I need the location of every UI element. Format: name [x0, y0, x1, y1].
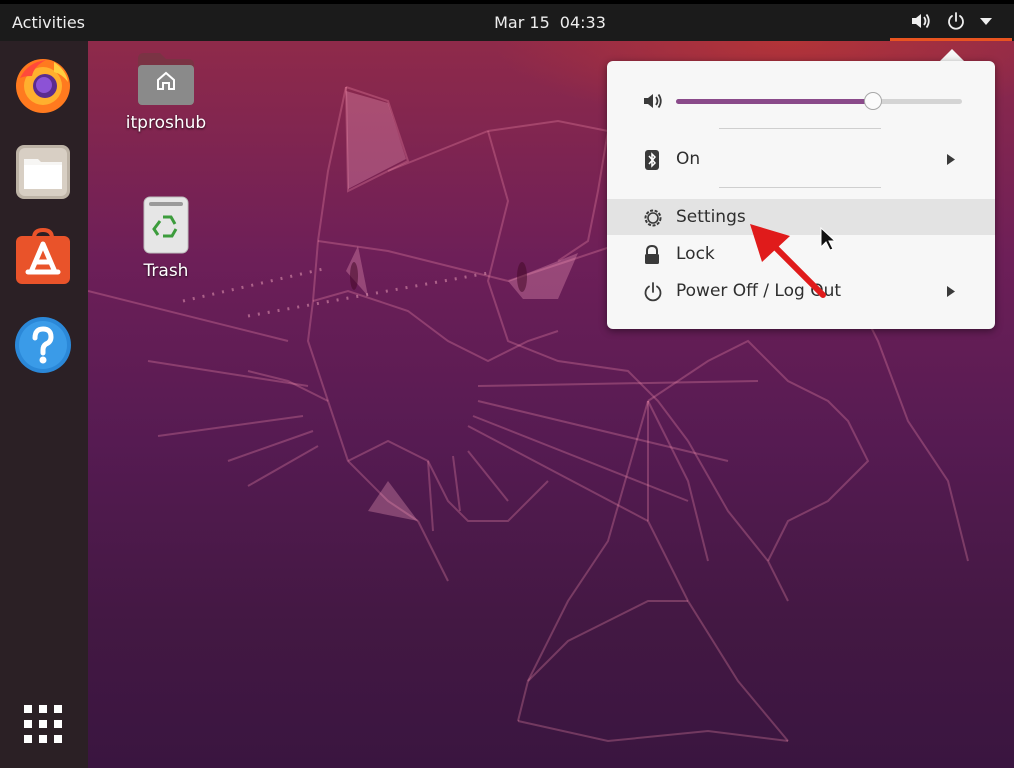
- software-store-icon: [16, 227, 70, 284]
- top-bar: Activities Mar 15 04:33: [0, 0, 1014, 41]
- clock-date: Mar 15: [494, 13, 550, 32]
- desktop-icon-home[interactable]: itproshub: [116, 51, 216, 133]
- volume-icon: [912, 13, 930, 29]
- home-folder-icon: [138, 53, 194, 105]
- trash-icon: [143, 196, 189, 254]
- screen: itproshub Trash Activities Mar 15 04:33 …: [0, 0, 1014, 768]
- dock-item-files[interactable]: [14, 143, 72, 201]
- menu-item-label: Settings: [676, 207, 746, 227]
- menu-separator: [719, 128, 881, 129]
- volume-slider-fill: [676, 99, 874, 104]
- clock-time: 04:33: [559, 13, 606, 32]
- menu-item-settings[interactable]: Settings: [607, 199, 995, 235]
- submenu-arrow-icon: [947, 286, 955, 297]
- speaker-icon: [644, 93, 662, 109]
- volume-slider-handle[interactable]: [864, 92, 883, 110]
- menu-item-label: On: [676, 149, 701, 169]
- show-applications-button[interactable]: [20, 701, 66, 747]
- volume-slider[interactable]: [676, 92, 962, 112]
- desktop-icon-trash[interactable]: Trash: [116, 195, 216, 281]
- help-icon: [15, 317, 71, 373]
- settings-gear-icon: [644, 209, 662, 227]
- clock-button[interactable]: Mar 15 04:33: [494, 13, 606, 32]
- system-menu: On Settings Lock Power Off / Log Out: [607, 61, 995, 329]
- grid-icon: [24, 705, 62, 743]
- dock: [0, 41, 88, 768]
- menu-separator: [719, 187, 881, 188]
- dock-item-firefox[interactable]: [14, 56, 72, 114]
- power-icon: [644, 282, 662, 302]
- menu-item-bluetooth[interactable]: On: [607, 141, 995, 177]
- power-icon: [948, 12, 964, 30]
- system-menu-button[interactable]: [890, 4, 1012, 41]
- desktop-icon-label: itproshub: [125, 113, 207, 133]
- dock-item-help[interactable]: [14, 316, 72, 374]
- firefox-icon: [16, 59, 70, 113]
- lock-icon: [645, 245, 659, 264]
- activities-button[interactable]: Activities: [12, 4, 85, 41]
- menu-item-lock[interactable]: Lock: [607, 236, 995, 272]
- menu-item-label: Power Off / Log Out: [676, 281, 842, 301]
- chevron-down-icon: [980, 18, 992, 25]
- submenu-arrow-icon: [947, 154, 955, 165]
- menu-item-label: Lock: [676, 244, 715, 264]
- desktop-icon-label: Trash: [143, 261, 189, 281]
- menu-item-power-off[interactable]: Power Off / Log Out: [607, 273, 995, 309]
- dock-item-ubuntu-software[interactable]: [14, 227, 72, 286]
- clock: Mar 15 04:33: [0, 4, 1014, 41]
- files-icon: [16, 145, 70, 199]
- bluetooth-icon: [645, 150, 659, 170]
